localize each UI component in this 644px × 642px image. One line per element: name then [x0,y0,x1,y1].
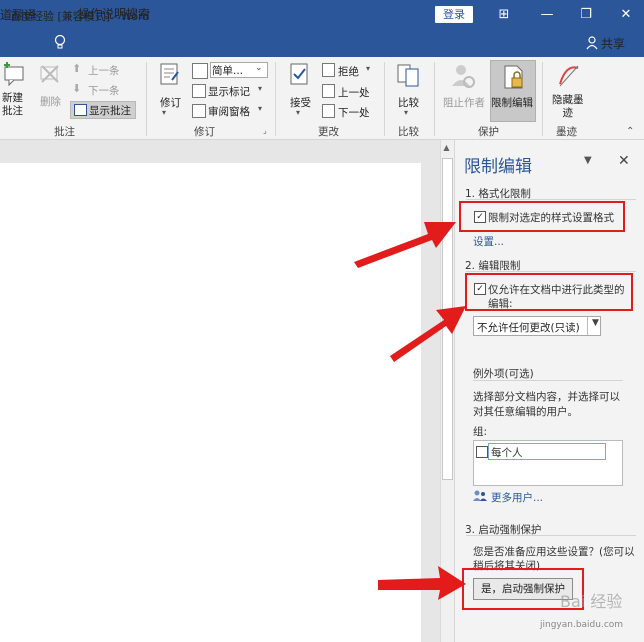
arrow-3 [378,566,466,600]
annotation-arrows [354,222,466,600]
arrow-1 [354,222,456,268]
arrow-2 [390,306,466,362]
